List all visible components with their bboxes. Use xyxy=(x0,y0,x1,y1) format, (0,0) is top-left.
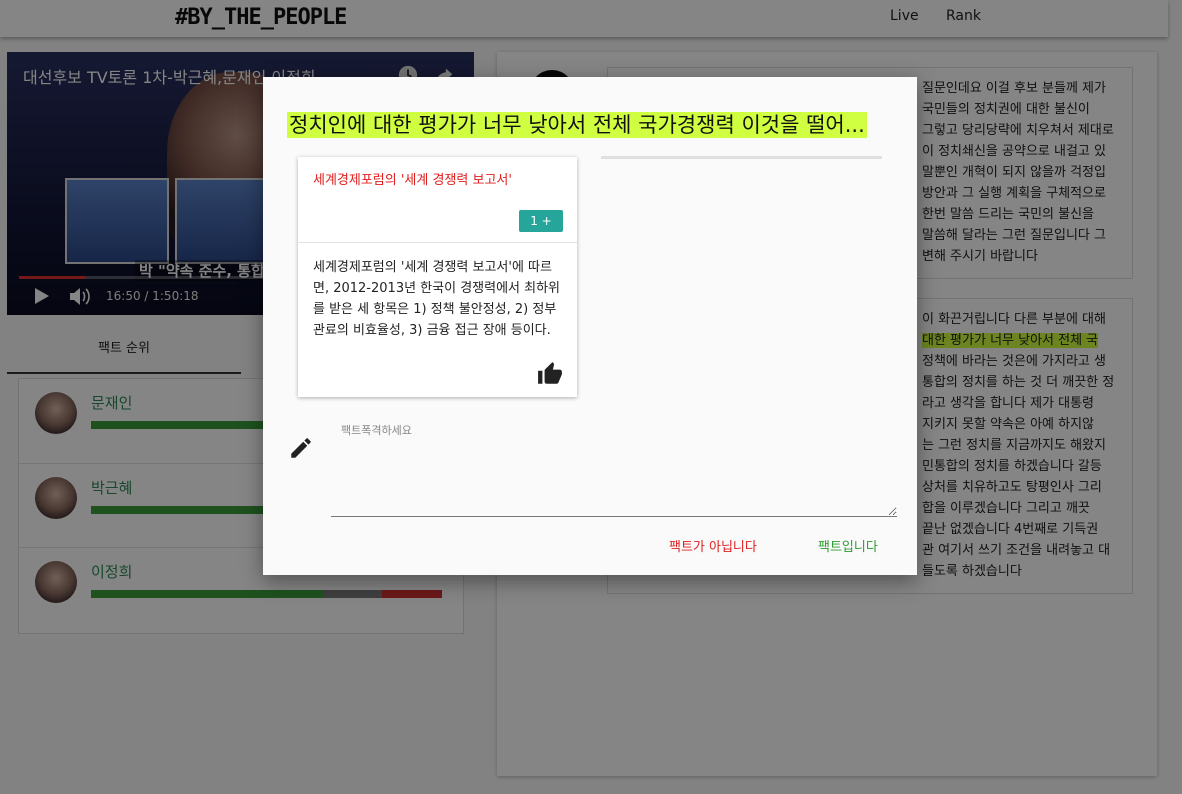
fact-check-dialog: 정치인에 대한 평가가 너무 낮아서 전체 국가경쟁력 이것을 떨어... 세계… xyxy=(263,77,917,575)
fact-card: 세계경제포럼의 '세계 경쟁력 보고서' 1 + 세계경제포럼의 '세계 경쟁력… xyxy=(298,157,577,397)
dialog-title: 정치인에 대한 평가가 너무 낮아서 전체 국가경쟁력 이것을 떨어... xyxy=(287,112,867,138)
thumb-up-icon[interactable] xyxy=(537,361,563,387)
pencil-icon xyxy=(291,438,311,458)
vote-badge[interactable]: 1 + xyxy=(519,210,563,232)
fact-button[interactable]: 팩트입니다 xyxy=(818,536,878,555)
fact-source-link[interactable]: 세계경제포럼의 '세계 경쟁력 보고서' xyxy=(313,169,512,188)
divider xyxy=(601,156,882,159)
fact-input[interactable] xyxy=(331,439,897,517)
fact-card-header: 세계경제포럼의 '세계 경쟁력 보고서' 1 + xyxy=(298,157,577,243)
fact-body: 세계경제포럼의 '세계 경쟁력 보고서'에 따르면, 2012-2013년 한국… xyxy=(313,260,561,338)
not-fact-button[interactable]: 팩트가 아닙니다 xyxy=(669,536,757,555)
input-label: 팩트폭격하세요 xyxy=(341,424,412,437)
